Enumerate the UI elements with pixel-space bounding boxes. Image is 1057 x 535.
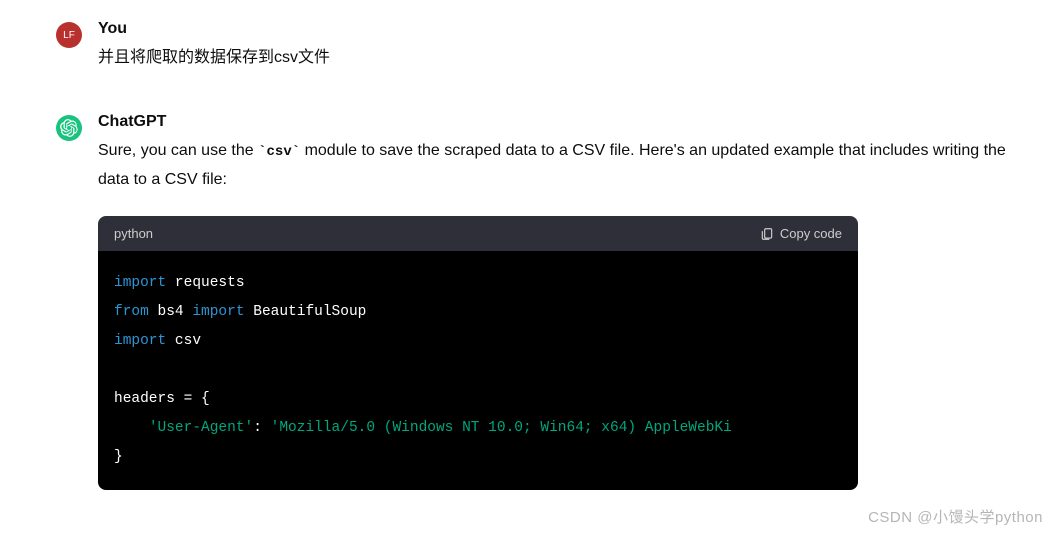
code-language-label: python xyxy=(114,226,153,241)
user-message: LF You 并且将爬取的数据保存到csv文件 xyxy=(56,20,1017,73)
openai-icon xyxy=(60,119,78,137)
chat-container: LF You 并且将爬取的数据保存到csv文件 ChatGPT Sure, yo… xyxy=(0,0,1057,490)
tok-headers: headers = { xyxy=(114,391,210,407)
assistant-text-part1: Sure, you can use the xyxy=(98,142,258,159)
inline-code-csv: `csv` xyxy=(258,144,300,160)
user-avatar-initials: LF xyxy=(63,30,75,41)
tok-import3: import xyxy=(114,333,166,349)
tok-close: } xyxy=(114,449,123,465)
code-line-2: from bs4 import BeautifulSoup xyxy=(114,298,842,327)
code-line-6: } xyxy=(114,443,842,472)
assistant-message-content: ChatGPT Sure, you can use the `csv` modu… xyxy=(98,113,1017,491)
user-avatar: LF xyxy=(56,22,82,48)
tok-beautifulsoup: BeautifulSoup xyxy=(245,304,367,320)
copy-code-button[interactable]: Copy code xyxy=(760,226,842,241)
tok-import: import xyxy=(114,275,166,291)
user-message-content: You 并且将爬取的数据保存到csv文件 xyxy=(98,20,1017,73)
tok-indent xyxy=(114,420,149,436)
watermark: CSDN @小馒头学python xyxy=(868,506,1043,527)
user-text: 并且将爬取的数据保存到csv文件 xyxy=(98,44,1017,73)
code-line-5: 'User-Agent': 'Mozilla/5.0 (Windows NT 1… xyxy=(114,414,842,443)
tok-ua-val: 'Mozilla/5.0 (Windows NT 10.0; Win64; x6… xyxy=(271,420,732,436)
tok-import2: import xyxy=(192,304,244,320)
assistant-name: ChatGPT xyxy=(98,113,1017,131)
code-line-1: import requests xyxy=(114,269,842,298)
code-line-3: import csv xyxy=(114,327,842,356)
user-name: You xyxy=(98,20,1017,38)
code-line-4: headers = { xyxy=(114,385,842,414)
copy-code-label: Copy code xyxy=(780,226,842,241)
assistant-message: ChatGPT Sure, you can use the `csv` modu… xyxy=(56,113,1017,491)
tok-from: from xyxy=(114,304,149,320)
tok-ua-key: 'User-Agent' xyxy=(149,420,253,436)
code-header: python Copy code xyxy=(98,216,858,251)
clipboard-icon xyxy=(760,227,774,241)
tok-csv: csv xyxy=(166,333,201,349)
tok-requests: requests xyxy=(166,275,244,291)
code-block: python Copy code import requestsfrom bs4… xyxy=(98,216,858,490)
assistant-avatar xyxy=(56,115,82,141)
tok-bs4: bs4 xyxy=(149,304,193,320)
assistant-text: Sure, you can use the `csv` module to sa… xyxy=(98,137,1017,195)
code-body: import requestsfrom bs4 import Beautiful… xyxy=(98,251,858,490)
tok-colon: : xyxy=(253,420,270,436)
code-line-blank xyxy=(114,356,842,385)
